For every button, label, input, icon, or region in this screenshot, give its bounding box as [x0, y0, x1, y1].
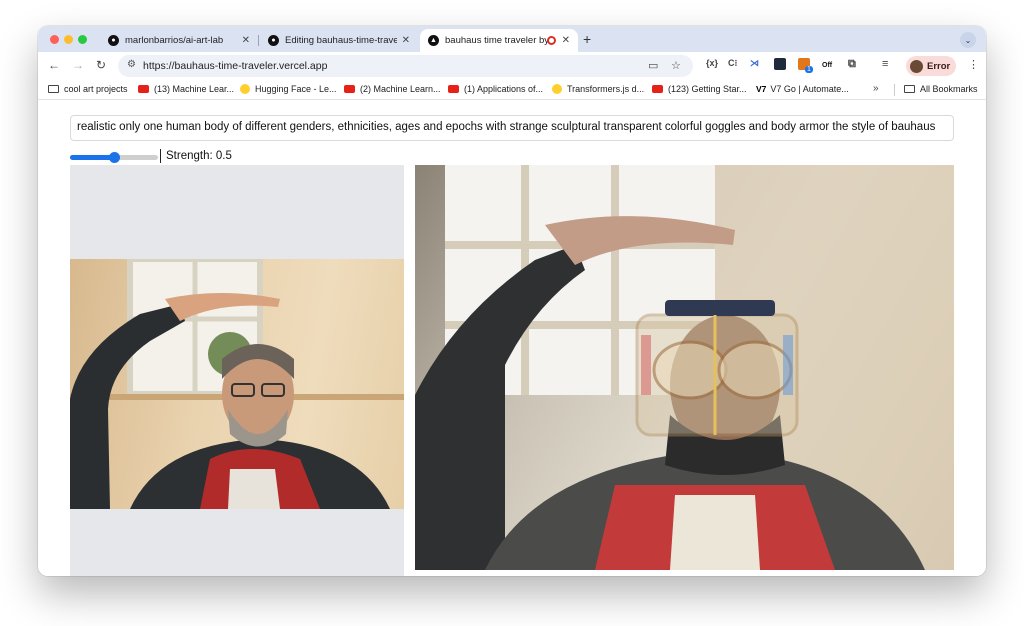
youtube-icon	[138, 85, 149, 93]
extension-formula-icon[interactable]: {x}	[706, 58, 718, 68]
bookmark-getting-started[interactable]: (123) Getting Star...	[652, 84, 747, 94]
bookmarks-bar: cool art projects (13) Machine Lear... H…	[38, 80, 986, 100]
tab-divider	[258, 35, 259, 46]
youtube-icon	[448, 85, 459, 93]
reload-icon[interactable]: ↻	[96, 58, 106, 72]
extension-off-label[interactable]: Off	[822, 62, 832, 69]
forward-arrow-icon[interactable]: →	[72, 58, 84, 72]
extension-badge: 1	[805, 66, 813, 73]
address-bar[interactable]: ⚙ https://bauhaus-time-traveler.vercel.a…	[118, 55, 693, 77]
bookmark-label: Transformers.js d...	[567, 84, 645, 94]
webcam-frame-illustration	[70, 259, 404, 509]
site-settings-icon[interactable]: ⚙	[127, 59, 136, 70]
profile-error-label: Error	[927, 60, 951, 72]
tab-title: Editing bauhaus-time-traveler	[285, 35, 397, 46]
bookmark-label: (1) Applications of...	[464, 84, 544, 94]
browser-window: ● marlonbarrios/ai-art-lab ✕ ● Editing b…	[38, 26, 986, 576]
goggle-strap	[665, 300, 775, 316]
recording-icon	[547, 36, 556, 45]
avatar	[910, 59, 923, 73]
bookmark-label: All Bookmarks	[920, 84, 978, 94]
slider-thumb[interactable]	[109, 152, 120, 163]
bookmark-v7-go[interactable]: V7 V7 Go | Automate...	[756, 84, 849, 94]
tab-strip: ● marlonbarrios/ai-art-lab ✕ ● Editing b…	[38, 26, 986, 52]
bookmark-label: (123) Getting Star...	[668, 84, 747, 94]
extensions-puzzle-icon[interactable]: ⧉	[848, 58, 856, 71]
huggingface-icon	[240, 84, 250, 94]
browser-menu-icon[interactable]: ⋮	[968, 58, 979, 71]
bookmark-label: (13) Machine Lear...	[154, 84, 235, 94]
youtube-icon	[652, 85, 663, 93]
cast-icon[interactable]: ▭	[648, 59, 658, 72]
folder-icon	[48, 85, 59, 93]
webcam-panel	[70, 165, 404, 576]
tab-bauhaus-time-traveler[interactable]: ▲ bauhaus time traveler by ✕	[420, 29, 578, 52]
profile-button[interactable]: Error	[906, 56, 956, 76]
reading-list-icon[interactable]: ≡	[882, 58, 888, 70]
webcam-video	[70, 259, 404, 509]
huggingface-icon	[552, 84, 562, 94]
bookmark-machine-learning-13[interactable]: (13) Machine Lear...	[138, 84, 234, 94]
extension-react-icon[interactable]	[774, 58, 786, 70]
bookmark-label: cool art projects	[64, 84, 128, 94]
youtube-icon	[344, 85, 355, 93]
close-tab-icon[interactable]: ✕	[562, 35, 570, 46]
prompt-text[interactable]: realistic only one human body of differe…	[77, 121, 935, 133]
page-content: realistic only one human body of differe…	[38, 101, 986, 576]
close-window-button[interactable]	[50, 35, 59, 44]
folder-icon	[904, 85, 915, 93]
generated-image-panel	[415, 165, 954, 570]
extension-c-icon[interactable]: C⁝	[728, 58, 737, 69]
bookmark-hugging-face[interactable]: Hugging Face - Le...	[240, 84, 337, 94]
close-tab-icon[interactable]: ✕	[402, 35, 410, 46]
slider-fill	[70, 155, 114, 160]
bookmarks-divider	[894, 84, 895, 96]
strength-slider[interactable]	[70, 152, 158, 163]
bookmark-cool-art-projects[interactable]: cool art projects	[48, 84, 128, 94]
bookmark-machine-learning-2[interactable]: (2) Machine Learn...	[344, 84, 441, 94]
bookmarks-overflow-chevron-icon[interactable]: »	[873, 83, 879, 94]
close-tab-icon[interactable]: ✕	[242, 35, 250, 46]
bookmark-applications[interactable]: (1) Applications of...	[448, 84, 543, 94]
minimize-window-button[interactable]	[64, 35, 73, 44]
tab-ai-art-lab[interactable]: ● marlonbarrios/ai-art-lab ✕	[100, 29, 258, 52]
bookmark-label: V7 Go | Automate...	[770, 84, 849, 94]
generated-image	[415, 165, 954, 570]
github-icon: ●	[268, 35, 279, 46]
tab-editing-bauhaus[interactable]: ● Editing bauhaus-time-traveler ✕	[260, 29, 418, 52]
bookmark-transformers-js[interactable]: Transformers.js d...	[552, 84, 644, 94]
text-cursor	[160, 149, 161, 163]
back-arrow-icon[interactable]: ←	[48, 58, 60, 72]
v7-icon: V7	[756, 84, 767, 94]
tab-title: bauhaus time traveler by	[445, 35, 550, 46]
new-tab-button[interactable]: +	[583, 31, 591, 47]
bookmark-label: Hugging Face - Le...	[255, 84, 337, 94]
prompt-input[interactable]: realistic only one human body of differe…	[70, 115, 954, 141]
vercel-icon: ▲	[428, 35, 439, 46]
bookmark-star-icon[interactable]: ☆	[671, 59, 681, 72]
bookmark-label: (2) Machine Learn...	[360, 84, 441, 94]
vscode-icon[interactable]: ⋊	[750, 58, 759, 69]
github-icon: ●	[108, 35, 119, 46]
zoom-window-button[interactable]	[78, 35, 87, 44]
address-url[interactable]: https://bauhaus-time-traveler.vercel.app	[143, 60, 327, 72]
all-bookmarks-folder[interactable]: All Bookmarks	[904, 84, 978, 94]
toolbar: ← → ↻ ⚙ https://bauhaus-time-traveler.ve…	[38, 52, 986, 80]
strength-label: Strength: 0.5	[166, 150, 232, 162]
tab-search-chevron-icon[interactable]: ⌄	[960, 32, 976, 48]
tab-title: marlonbarrios/ai-art-lab	[125, 35, 224, 46]
